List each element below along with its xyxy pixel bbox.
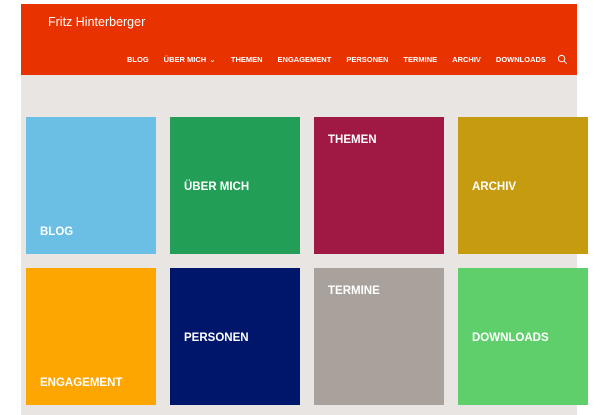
tile-label: TERMINE (328, 285, 380, 297)
tile-label: THEMEN (328, 134, 377, 146)
nav-item-label: PERSONEN (346, 55, 389, 64)
tile-label: DOWNLOADS (472, 332, 549, 344)
tile-personen[interactable]: PERSONEN (170, 268, 300, 405)
chevron-down-icon: ⌄ (209, 55, 216, 64)
nav-item-ueber-mich[interactable]: ÜBER MICH ⌄ (164, 55, 216, 64)
tile-blog[interactable]: BLOG (26, 117, 156, 254)
nav-item-downloads[interactable]: DOWNLOADS (496, 55, 546, 64)
tile-label: BLOG (40, 226, 74, 238)
nav-item-label: ENGAGEMENT (277, 55, 332, 64)
nav-item-termine[interactable]: TERMINE (403, 55, 437, 64)
nav-item-label: TERMINE (403, 55, 438, 64)
nav-item-archiv[interactable]: ARCHIV (452, 55, 481, 64)
nav-item-label: DOWNLOADS (495, 55, 546, 64)
nav-item-themen[interactable]: THEMEN (231, 55, 263, 64)
tile-label: ENGAGEMENT (40, 377, 123, 389)
nav-item-personen[interactable]: PERSONEN (346, 55, 388, 64)
nav-item-label: ARCHIV (452, 55, 481, 64)
tile-label: ARCHIV (472, 181, 517, 193)
main-nav: BLOG ÜBER MICH ⌄ THEMEN ENGAGEMENT PERSON… (127, 54, 568, 65)
nav-item-engagement[interactable]: ENGAGEMENT (278, 55, 332, 64)
tile-label: ÜBER MICH (184, 181, 250, 193)
tile-downloads[interactable]: DOWNLOADS (458, 268, 588, 405)
nav-item-label: BLOG (127, 55, 149, 64)
nav-item-label: ÜBER MICH (163, 55, 207, 64)
tile-engagement[interactable]: ENGAGEMENT (26, 268, 156, 405)
tile-ueber-mich[interactable]: ÜBER MICH (170, 117, 300, 254)
tile-termine[interactable]: TERMINE (314, 268, 444, 405)
nav-item-label: THEMEN (230, 55, 263, 64)
tile-archiv[interactable]: ARCHIV (458, 117, 588, 254)
nav-item-blog[interactable]: BLOG (127, 55, 149, 64)
site-title[interactable]: Fritz Hinterberger (48, 15, 145, 29)
site-header: Fritz Hinterberger BLOG ÜBER MICH ⌄ THEME… (21, 4, 577, 75)
search-icon[interactable] (557, 54, 568, 65)
tile-label: PERSONEN (184, 332, 249, 344)
tile-themen[interactable]: THEMEN (314, 117, 444, 254)
